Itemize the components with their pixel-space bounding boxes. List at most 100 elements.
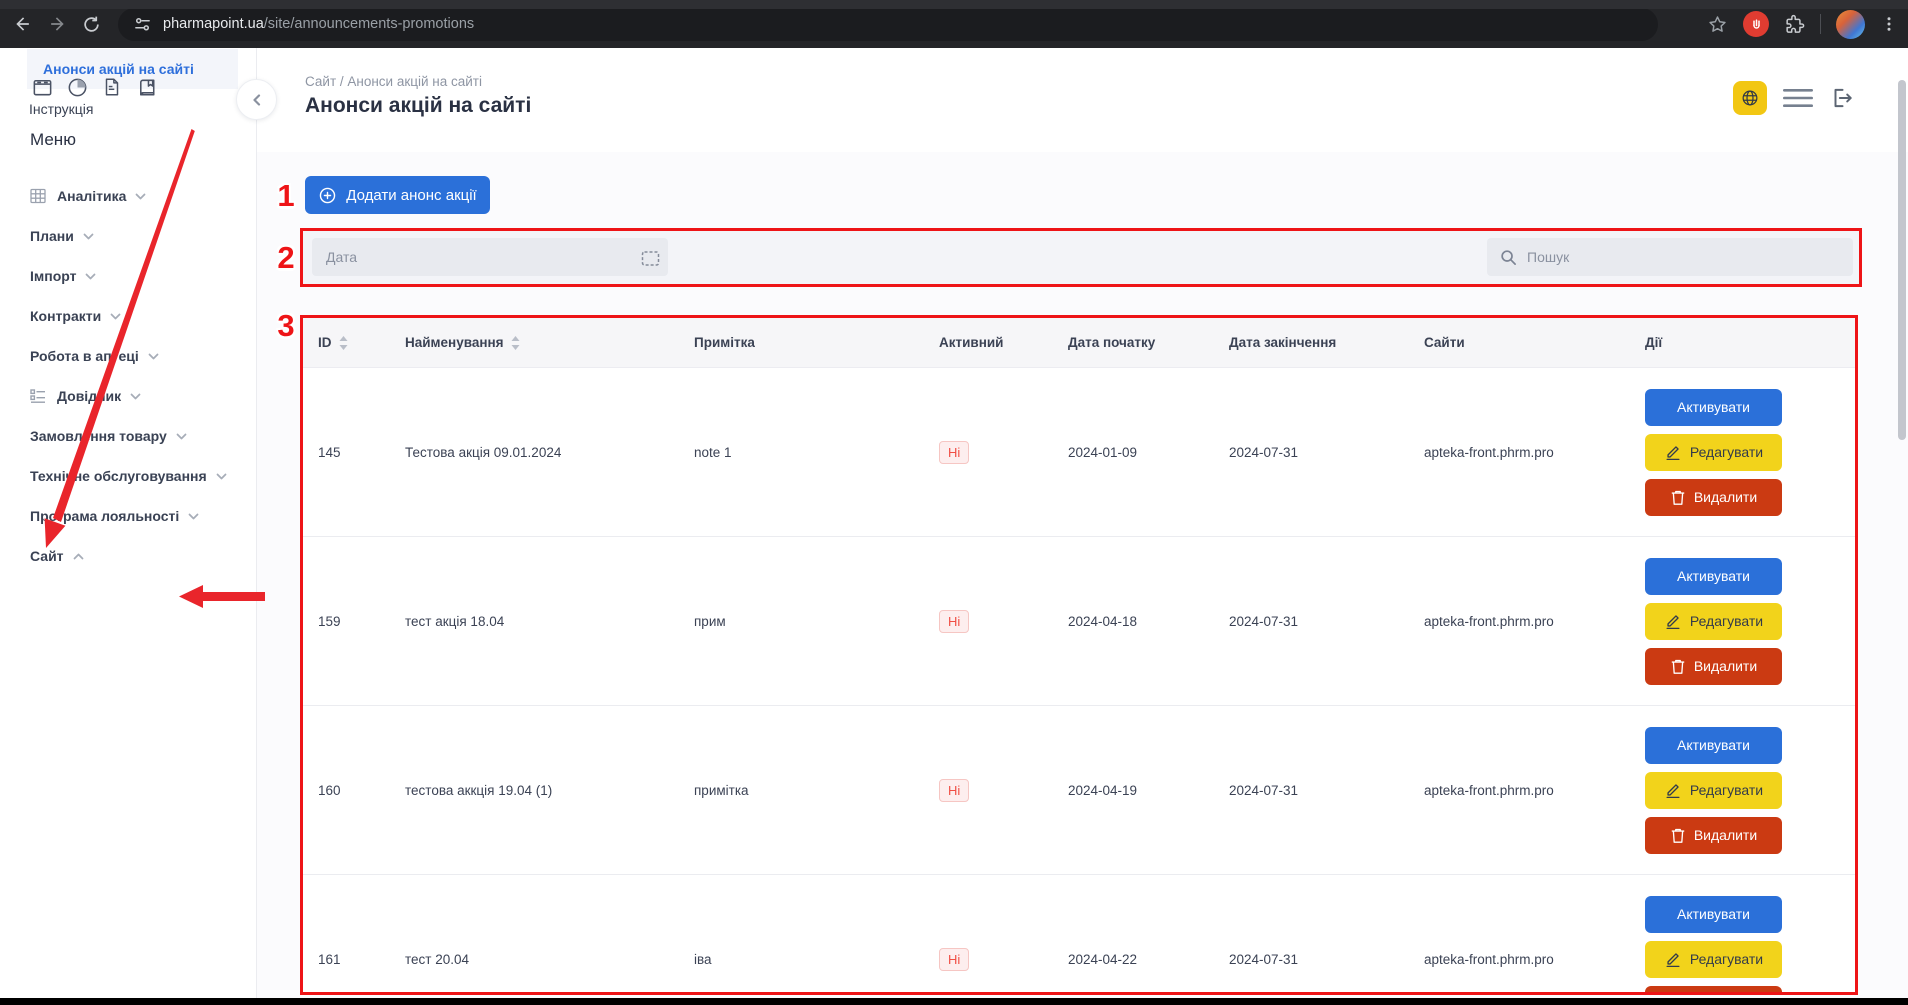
cell-name: тестова аккція 19.04 (1) [405,706,694,874]
page-scrollbar[interactable] [1898,80,1906,440]
table-row: 159 тест акція 18.04 прим Ні 2024-04-18 … [303,537,1855,706]
cell-name: тест 20.04 [405,875,694,995]
cell-start-date: 2024-04-22 [1068,875,1229,995]
chevron-down-icon [83,233,94,240]
sidebar-item-технічне-обслуговування[interactable]: Технічне обслуговування [0,456,256,496]
search-input[interactable] [1487,238,1853,276]
column-header[interactable]: Активний [939,318,1068,367]
sidebar-item-контракти[interactable]: Контракти [0,296,256,336]
cell-start-date: 2024-04-18 [1068,537,1229,705]
delete-button-label: Видалити [1694,827,1757,843]
sidebar-item-label: Контракти [30,308,101,324]
column-header[interactable]: Сайти [1424,318,1645,367]
document-icon[interactable] [100,75,124,99]
extensions-puzzle-icon[interactable] [1784,14,1805,35]
pie-chart-icon[interactable] [65,75,89,99]
sidebar-item-програма-лояльності[interactable]: Програма лояльності [0,496,256,536]
pencil-icon [1664,443,1682,461]
sidebar-item-label: Робота в аптеці [30,348,139,364]
sidebar-item-label: Замовлення товару [30,428,167,444]
sidebar-item-замовлення-товару[interactable]: Замовлення товару [0,416,256,456]
add-announcement-label: Додати анонс акції [346,187,476,204]
date-filter-input[interactable] [312,238,668,276]
trash-icon [1670,827,1686,844]
pencil-icon [1664,612,1682,630]
column-header-label: Дата початку [1068,335,1155,350]
adblock-extension-icon[interactable] [1743,11,1769,37]
sidebar-item-плани[interactable]: Плани [0,216,256,256]
language-globe-button[interactable] [1733,81,1767,115]
status-badge: Ні [939,610,969,633]
sort-icon[interactable] [511,336,520,350]
chevron-down-icon [216,473,227,480]
back-icon[interactable] [6,7,40,41]
main-content: Сайт / Анонси акцій на сайті Анонси акці… [257,48,1908,998]
hamburger-menu-icon[interactable] [1783,88,1813,108]
cell-start-date: 2024-04-19 [1068,706,1229,874]
status-badge: Ні [939,779,969,802]
delete-button-label: Видалити [1694,658,1757,674]
cell-id: 161 [318,875,405,995]
table-body: 145 Тестова акція 09.01.2024 note 1 Ні 2… [303,368,1855,995]
add-announcement-button[interactable]: Додати анонс акції [305,176,490,214]
cell-note: іва [694,875,939,995]
edit-button[interactable]: Редагувати [1645,941,1782,978]
sidebar: Меню Аналітика Плани Імпорт Контракти Ро… [0,48,257,998]
delete-button[interactable]: Видалити [1645,479,1782,516]
activate-button[interactable]: Активувати [1645,896,1782,933]
book-icon[interactable] [135,75,159,99]
chevron-down-icon [148,353,159,360]
sidebar-item-довідник[interactable]: Довідник [0,376,256,416]
page-title: Анонси акцій на сайті [305,94,531,118]
table-header-row: ID Найменування Примітка Активний Дата п… [303,318,1855,368]
sidebar-collapse-button[interactable] [236,79,277,120]
activate-button[interactable]: Активувати [1645,558,1782,595]
trash-icon [1670,658,1686,675]
status-badge: Ні [939,948,969,971]
archive-icon[interactable] [30,75,54,99]
cell-note: note 1 [694,368,939,536]
url-bar[interactable]: pharmapoint.ua/site/announcements-promot… [118,8,1658,41]
column-header[interactable]: Дії [1645,318,1855,367]
table-row: 145 Тестова акція 09.01.2024 note 1 Ні 2… [303,368,1855,537]
activate-button[interactable]: Активувати [1645,727,1782,764]
cell-name: Тестова акція 09.01.2024 [405,368,694,536]
sidebar-item-імпорт[interactable]: Імпорт [0,256,256,296]
profile-avatar[interactable] [1836,10,1865,39]
edit-button-label: Редагувати [1690,951,1763,967]
logout-icon[interactable] [1829,85,1855,111]
sort-icon[interactable] [339,336,348,350]
cell-start-date: 2024-01-09 [1068,368,1229,536]
column-header[interactable]: ID [318,318,405,367]
trash-icon [1670,489,1686,506]
delete-button[interactable]: Видалити [1645,648,1782,685]
chevron-down-icon [130,393,141,400]
bookmark-star-icon[interactable] [1707,14,1728,35]
sidebar-item-аналітика[interactable]: Аналітика [0,176,256,216]
sidebar-item-робота-в-аптеці[interactable]: Робота в аптеці [0,336,256,376]
edit-button[interactable]: Редагувати [1645,434,1782,471]
column-header[interactable]: Найменування [405,318,694,367]
chrome-menu-icon[interactable] [1880,15,1898,33]
browser-toolbar: pharmapoint.ua/site/announcements-promot… [0,0,1908,48]
table-row: 160 тестова аккція 19.04 (1) примітка Ні… [303,706,1855,875]
status-badge: Ні [939,441,969,464]
column-header[interactable]: Дата початку [1068,318,1229,367]
sidebar-item-сайт[interactable]: Сайт [0,536,256,576]
chevron-down-icon [110,313,121,320]
breadcrumb[interactable]: Сайт / Анонси акцій на сайті [305,74,531,89]
chevron-down-icon [176,433,187,440]
cell-note: прим [694,537,939,705]
cell-end-date: 2024-07-31 [1229,368,1424,536]
reload-icon[interactable] [74,7,108,41]
column-header-label: Примітка [694,335,755,350]
column-header[interactable]: Дата закінчення [1229,318,1424,367]
edit-button[interactable]: Редагувати [1645,772,1782,809]
column-header[interactable]: Примітка [694,318,939,367]
activate-button[interactable]: Активувати [1645,389,1782,426]
search-field [1487,238,1853,276]
delete-button[interactable]: Видалити [1645,817,1782,854]
delete-button[interactable]: Видалити [1645,986,1782,996]
edit-button[interactable]: Редагувати [1645,603,1782,640]
forward-icon[interactable] [40,7,74,41]
